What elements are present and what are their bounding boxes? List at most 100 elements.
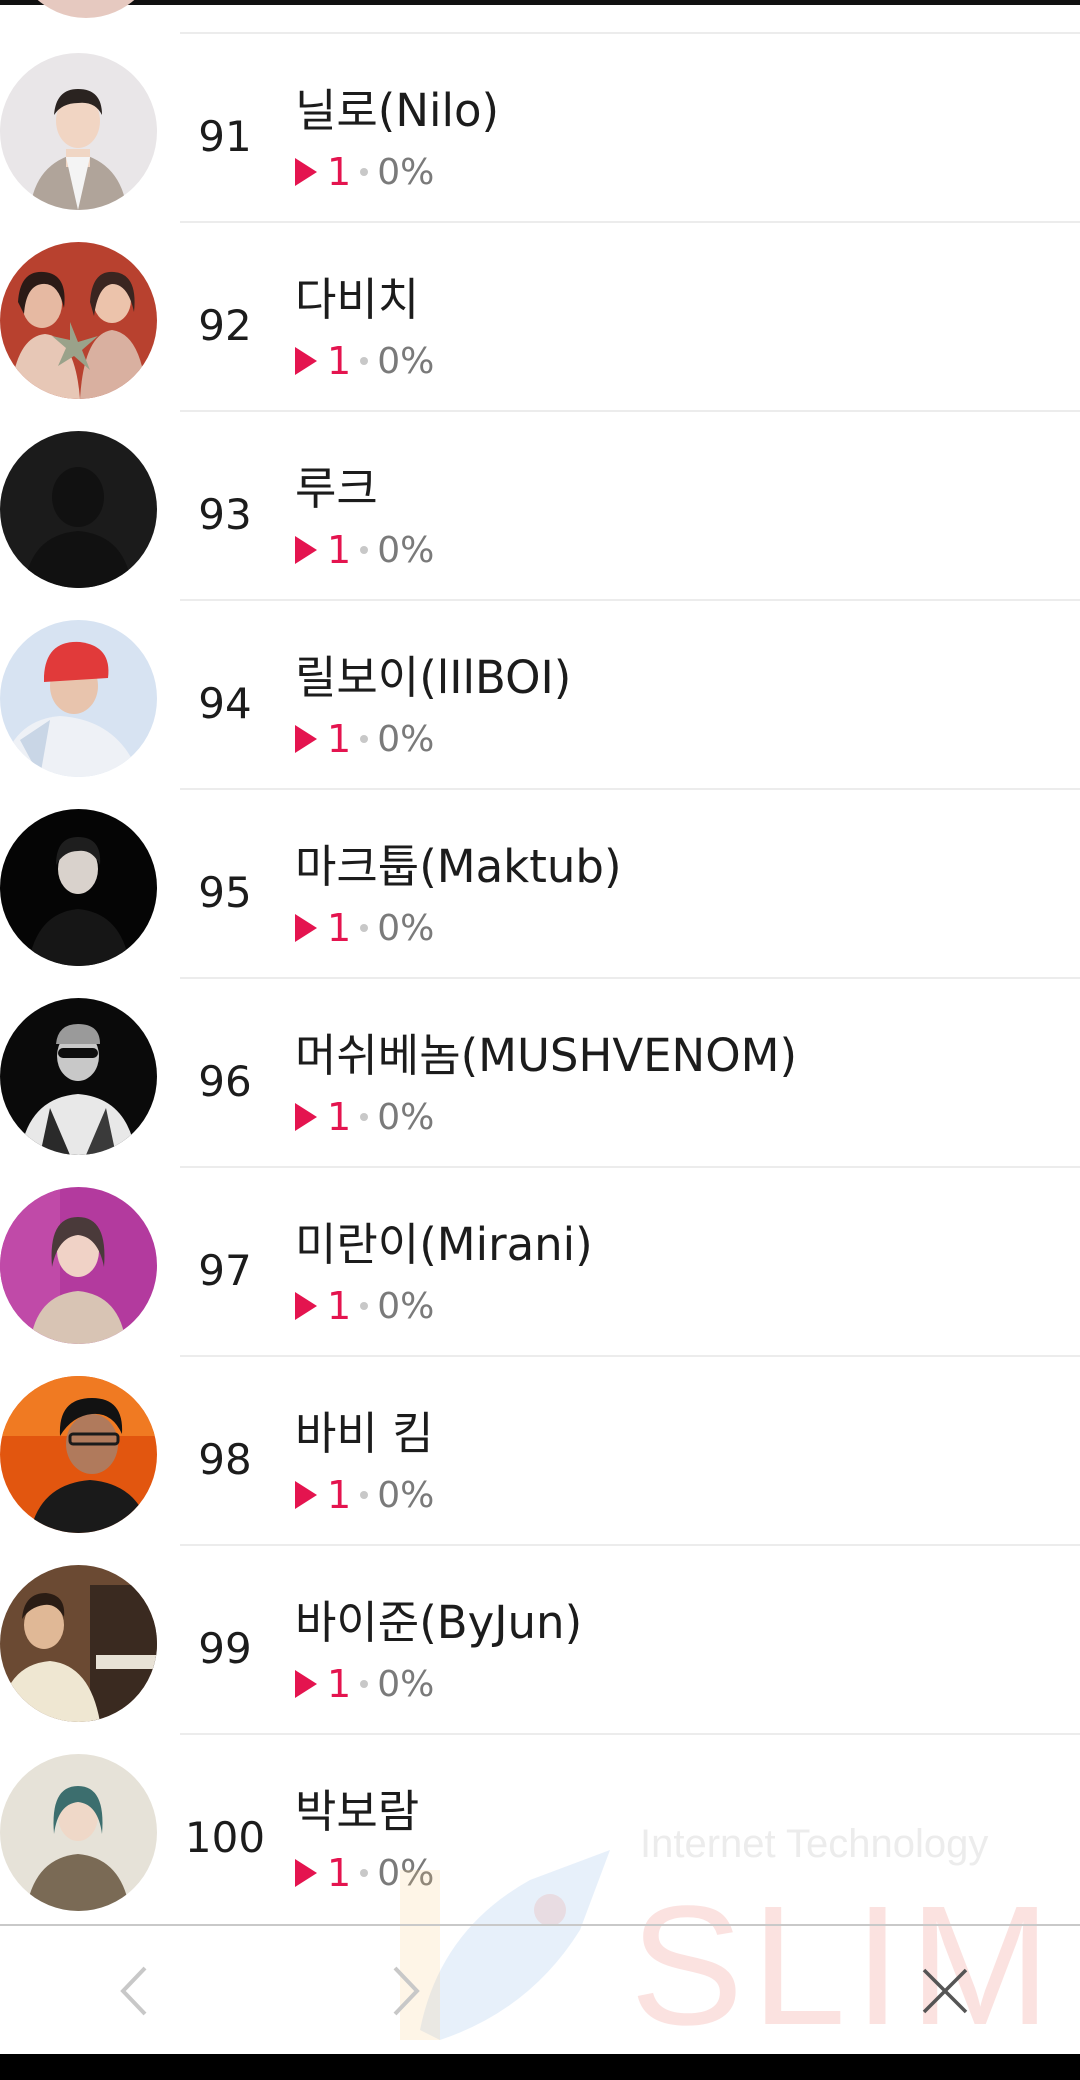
artist-avatar[interactable] xyxy=(0,620,157,777)
artist-name[interactable]: 마크툽(Maktub) xyxy=(295,830,622,895)
chart-row[interactable]: 92 다비치 1 0% xyxy=(0,223,1080,412)
play-icon xyxy=(295,1670,317,1698)
artist-name[interactable]: 닐로(Nilo) xyxy=(295,74,499,139)
artist-name[interactable]: 바이준(ByJun) xyxy=(295,1586,582,1651)
rank-number: 99 xyxy=(198,1624,252,1673)
forward-button[interactable] xyxy=(370,1956,440,2026)
play-percent: 0% xyxy=(377,718,435,760)
chart-row[interactable]: 91 닐로(Nilo) 1 0% xyxy=(0,34,1080,223)
close-icon xyxy=(922,1968,968,2014)
chart-row[interactable]: 96 머쉬베놈(MUSHVENOM) 1 0% xyxy=(0,979,1080,1168)
back-button[interactable] xyxy=(100,1956,170,2026)
play-stats: 1 0% xyxy=(295,526,434,574)
separator-dot xyxy=(360,357,369,365)
separator-dot xyxy=(360,168,369,176)
chart-row[interactable]: 99 바이준(ByJun) 1 0% xyxy=(0,1546,1080,1735)
play-percent: 0% xyxy=(377,1663,435,1705)
play-count: 1 xyxy=(327,150,352,194)
rank-number: 94 xyxy=(198,679,252,728)
play-stats: 1 0% xyxy=(295,1282,434,1330)
artist-avatar[interactable] xyxy=(0,1565,157,1722)
artist-name[interactable]: 미란이(Mirani) xyxy=(295,1208,593,1273)
chart-row[interactable]: 98 바비 킴 1 0% xyxy=(0,1357,1080,1546)
play-icon xyxy=(295,725,317,753)
separator-dot xyxy=(360,1302,369,1310)
play-count: 1 xyxy=(327,717,352,761)
artist-name[interactable]: 다비치 xyxy=(295,263,419,328)
separator-dot xyxy=(360,1869,369,1877)
play-stats: 1 0% xyxy=(295,148,434,196)
artist-avatar[interactable] xyxy=(0,998,157,1155)
separator-dot xyxy=(360,1491,369,1499)
separator-dot xyxy=(360,546,369,554)
artist-avatar[interactable] xyxy=(0,1754,157,1911)
play-icon xyxy=(295,914,317,942)
chart-row[interactable]: 94 릴보이(lIlBOI) 1 0% xyxy=(0,601,1080,790)
play-icon xyxy=(295,1481,317,1509)
rank-number: 92 xyxy=(198,301,252,350)
play-stats: 1 0% xyxy=(295,1660,434,1708)
play-icon xyxy=(295,158,317,186)
play-icon xyxy=(295,1292,317,1320)
play-percent: 0% xyxy=(377,1285,435,1327)
chart-row[interactable]: 100 박보람 1 0% xyxy=(0,1735,1080,1924)
play-percent: 0% xyxy=(377,1474,435,1516)
play-count: 1 xyxy=(327,1284,352,1328)
rank-number: 98 xyxy=(198,1435,252,1484)
artist-name[interactable]: 바비 킴 xyxy=(295,1397,434,1462)
artist-avatar[interactable] xyxy=(0,1187,157,1344)
system-nav-bar xyxy=(0,2054,1080,2080)
artist-name[interactable]: 박보람 xyxy=(295,1775,419,1840)
play-percent: 0% xyxy=(377,340,435,382)
status-edge xyxy=(0,0,1080,5)
artist-name[interactable]: 릴보이(lIlBOI) xyxy=(295,641,571,706)
play-stats: 1 0% xyxy=(295,904,434,952)
play-count: 1 xyxy=(327,906,352,950)
separator-dot xyxy=(360,1680,369,1688)
rank-number: 100 xyxy=(184,1813,266,1862)
rank-number: 91 xyxy=(198,112,252,161)
chart-row[interactable]: 95 마크툽(Maktub) 1 0% xyxy=(0,790,1080,979)
artist-name[interactable]: 루크 xyxy=(295,452,378,517)
play-count: 1 xyxy=(327,1662,352,1706)
bottom-navigation xyxy=(0,1924,1080,2054)
artist-avatar[interactable] xyxy=(0,809,157,966)
play-count: 1 xyxy=(327,1851,352,1895)
play-percent: 0% xyxy=(377,529,435,571)
separator-dot xyxy=(360,1113,369,1121)
separator-dot xyxy=(360,924,369,932)
rank-number: 95 xyxy=(198,868,252,917)
play-stats: 1 0% xyxy=(295,1849,434,1897)
play-count: 1 xyxy=(327,339,352,383)
artist-avatar[interactable] xyxy=(0,53,157,210)
artist-chart-list: 91 닐로(Nilo) 1 0% 92 다비치 1 0% 93 루크 1 0% … xyxy=(0,34,1080,1924)
artist-avatar[interactable] xyxy=(0,431,157,588)
chevron-right-icon xyxy=(393,1966,420,2016)
play-percent: 0% xyxy=(377,1096,435,1138)
chart-row[interactable]: 93 루크 1 0% xyxy=(0,412,1080,601)
play-percent: 0% xyxy=(377,907,435,949)
chart-row[interactable]: 97 미란이(Mirani) 1 0% xyxy=(0,1168,1080,1357)
rank-number: 97 xyxy=(198,1246,252,1295)
play-count: 1 xyxy=(327,1095,352,1139)
artist-avatar[interactable] xyxy=(0,1376,157,1533)
play-stats: 1 0% xyxy=(295,337,434,385)
play-count: 1 xyxy=(327,528,352,572)
play-stats: 1 0% xyxy=(295,1471,434,1519)
play-icon xyxy=(295,1103,317,1131)
separator-dot xyxy=(360,735,369,743)
play-icon xyxy=(295,536,317,564)
rank-number: 93 xyxy=(198,490,252,539)
play-percent: 0% xyxy=(377,1852,435,1894)
artist-name[interactable]: 머쉬베놈(MUSHVENOM) xyxy=(295,1019,797,1084)
play-icon xyxy=(295,347,317,375)
play-percent: 0% xyxy=(377,151,435,193)
artist-avatar[interactable] xyxy=(0,242,157,399)
play-stats: 1 0% xyxy=(295,715,434,763)
close-button[interactable] xyxy=(910,1956,980,2026)
play-count: 1 xyxy=(327,1473,352,1517)
chevron-left-icon xyxy=(120,1966,147,2016)
play-icon xyxy=(295,1859,317,1887)
rank-number: 96 xyxy=(198,1057,252,1106)
play-stats: 1 0% xyxy=(295,1093,434,1141)
